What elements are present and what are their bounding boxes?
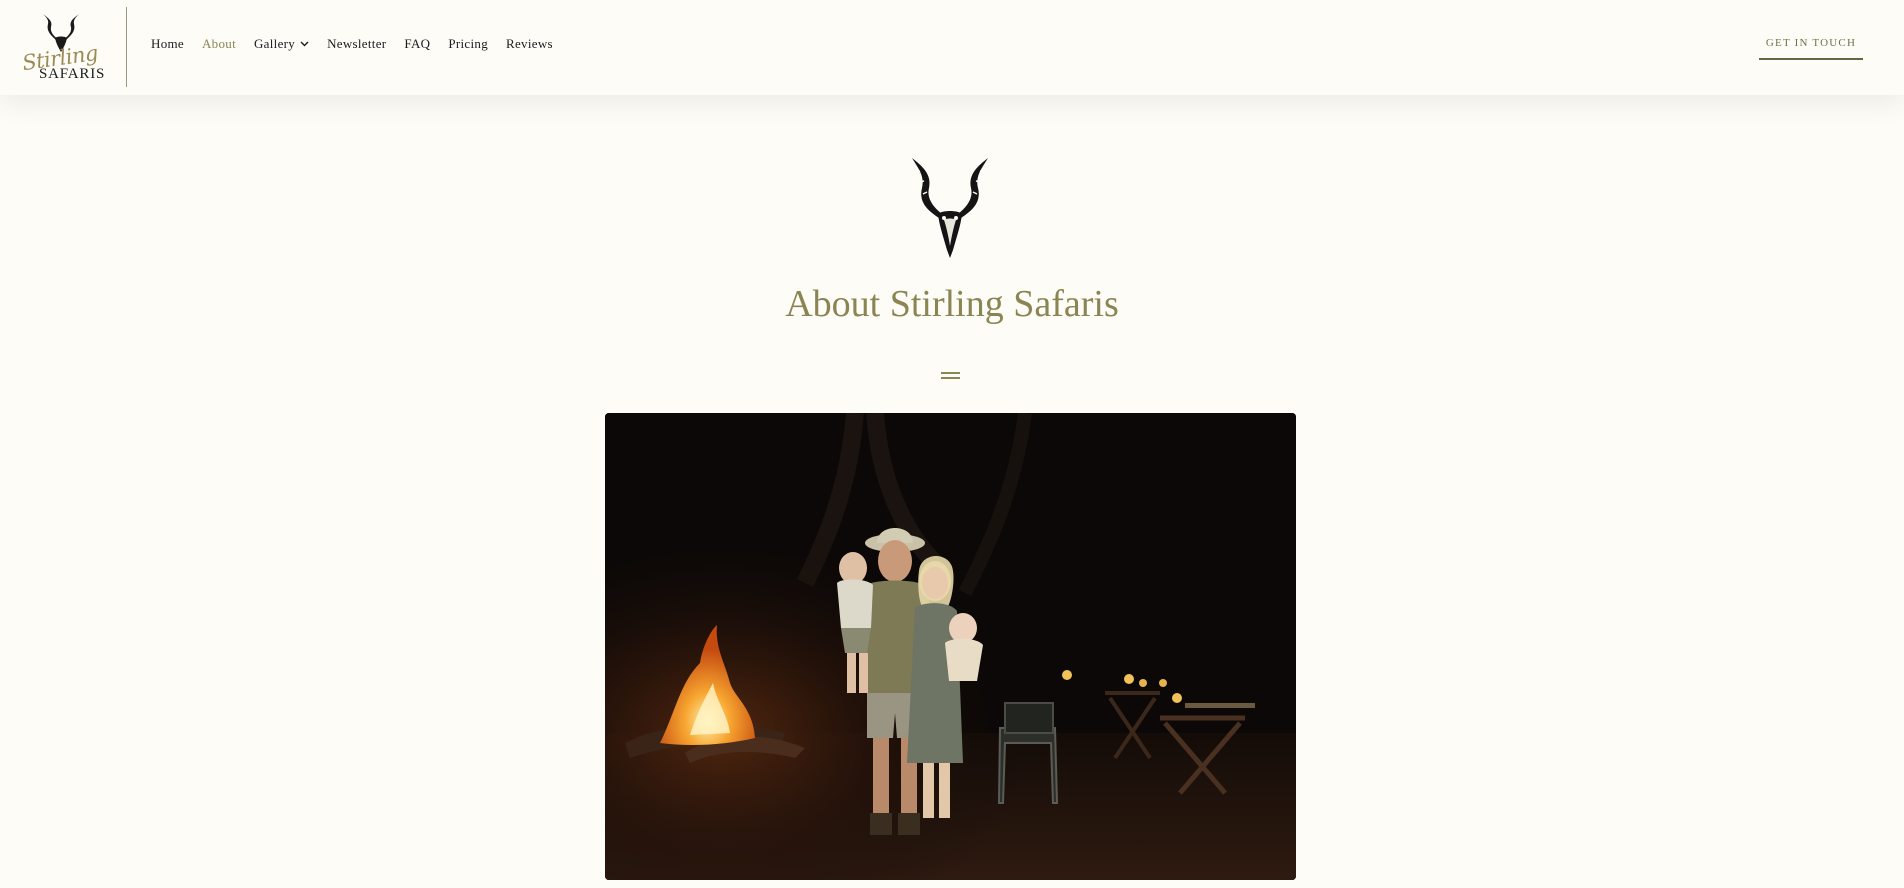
nav-faq[interactable]: FAQ [404,36,430,52]
nav-gallery-label: Gallery [253,36,296,51]
nav-reviews-label: Reviews [506,36,553,51]
get-in-touch-button[interactable]: GET IN TOUCH [1759,30,1863,60]
nav-home-label: Home [151,36,184,51]
page-title: About Stirling Safaris [785,283,1119,325]
site-logo[interactable]: Stirling SAFARIS [18,12,104,84]
nav-newsletter[interactable]: Newsletter [327,36,386,52]
double-line-icon [941,372,960,381]
kudu-skull-icon [902,154,998,264]
logo-caps-text: SAFARIS [39,66,106,82]
nav-reviews[interactable]: Reviews [506,36,553,52]
nav-home[interactable]: Home [151,36,184,52]
header-divider [126,7,127,87]
nav-pricing-label: Pricing [448,36,488,51]
main-nav: Home About Gallery Newsletter FAQ Pricin… [151,36,571,52]
nav-about[interactable]: About [202,36,236,52]
family-campfire-night-photo [605,413,1296,880]
nav-about-label: About [201,36,236,51]
site-header: Stirling SAFARIS Home About Gallery News… [0,0,1904,95]
chevron-down-icon [300,41,309,47]
nav-faq-label: FAQ [404,36,431,51]
nav-gallery[interactable]: Gallery [254,36,309,52]
nav-pricing[interactable]: Pricing [448,36,488,52]
nav-newsletter-label: Newsletter [327,36,387,51]
